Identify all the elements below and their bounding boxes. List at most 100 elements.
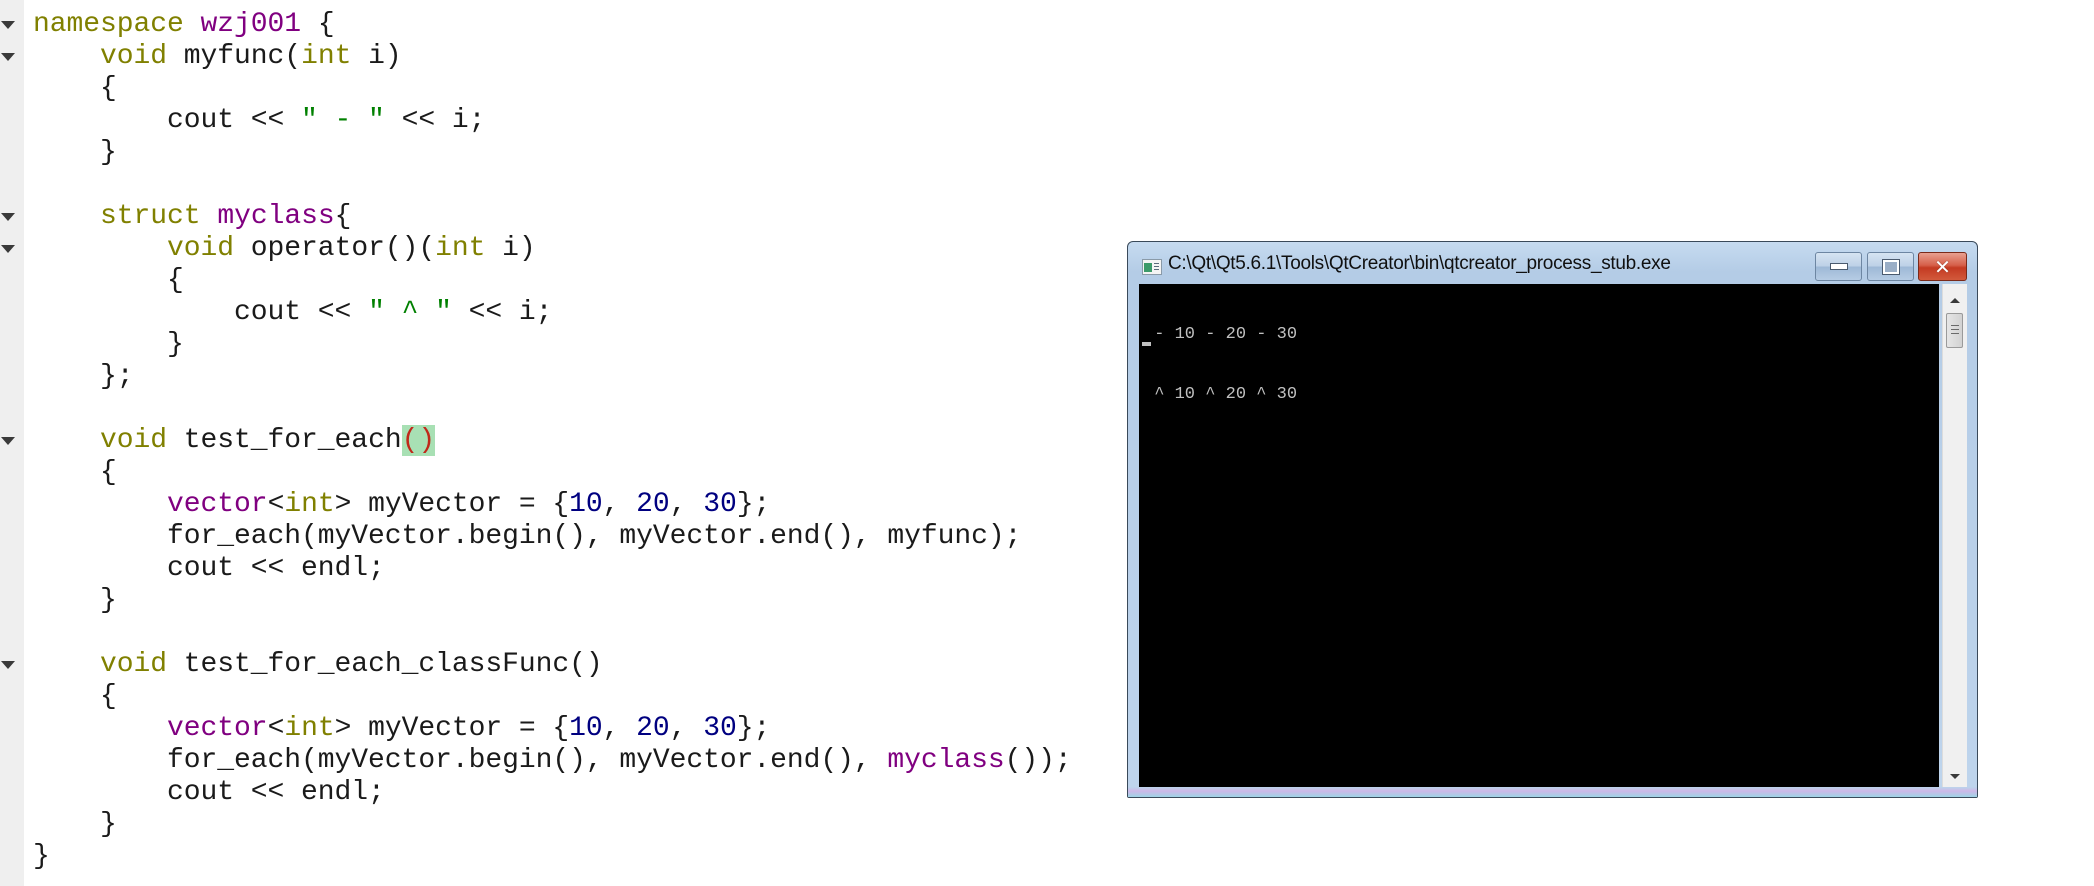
code-token: int	[284, 713, 335, 744]
console-output: - 10 - 20 - 30 ^ 10 ^ 20 ^ 30	[1144, 285, 1297, 445]
code-token: 30	[703, 713, 737, 744]
code-token: cout <<	[33, 297, 369, 328]
code-token: 20	[636, 713, 670, 744]
code-token: ,	[669, 713, 704, 744]
code-token: 30	[703, 489, 737, 520]
code-token: {	[334, 201, 352, 232]
maximize-icon	[1881, 258, 1900, 275]
scroll-down-arrow-icon[interactable]	[1950, 774, 1960, 779]
code-token: namespace	[33, 9, 184, 40]
code-token: cout << endl;	[33, 777, 385, 808]
code-token: vector	[167, 713, 268, 744]
code-line[interactable]: }	[33, 809, 2094, 841]
code-token: ,	[602, 489, 637, 520]
code-token: " ^ "	[368, 297, 452, 328]
code-token: int	[284, 489, 335, 520]
code-line[interactable]: void myfunc(int i)	[33, 41, 2094, 73]
code-line[interactable]: namespace wzj001 {	[33, 9, 2094, 41]
code-token: test_for_each_classFunc()	[167, 649, 603, 680]
window-title: C:\Qt\Qt5.6.1\Tools\QtCreator\bin\qtcrea…	[1168, 253, 1671, 274]
code-line[interactable]: {	[33, 73, 2094, 105]
fold-arrow-icon[interactable]	[1, 245, 15, 253]
code-token: }	[33, 841, 50, 872]
code-token: {	[33, 73, 117, 104]
fold-gutter	[0, 0, 24, 886]
code-token: 10	[569, 489, 603, 520]
code-token: ,	[602, 713, 637, 744]
code-token: cout << endl;	[33, 553, 385, 584]
code-token: }	[33, 585, 117, 616]
code-token: int	[435, 233, 486, 264]
code-token: wzj001	[200, 9, 302, 40]
code-token: int	[301, 41, 352, 72]
code-token: }	[33, 329, 184, 360]
code-token: ,	[669, 489, 704, 520]
code-line[interactable]: }	[33, 137, 2094, 169]
fold-arrow-icon[interactable]	[1, 213, 15, 221]
code-token: for_each(myVector.begin(), myVector.end(…	[33, 521, 1022, 552]
code-token: << i;	[451, 297, 553, 328]
code-token: << i;	[384, 105, 486, 136]
vertical-scrollbar[interactable]	[1942, 284, 1967, 787]
code-token: void	[167, 233, 235, 264]
close-button[interactable]: ✕	[1918, 252, 1967, 281]
fold-arrow-icon[interactable]	[1, 661, 15, 669]
code-token: myclass	[217, 201, 335, 232]
code-token: }	[33, 137, 117, 168]
code-token: }	[33, 809, 117, 840]
code-token: 10	[569, 713, 603, 744]
code-token: <	[267, 713, 285, 744]
console-window[interactable]: C:\Qt\Qt5.6.1\Tools\QtCreator\bin\qtcrea…	[1127, 241, 1978, 798]
code-token: " - "	[301, 105, 385, 136]
close-icon: ✕	[1934, 254, 1951, 279]
code-token: void	[100, 649, 168, 680]
code-token: vector	[167, 489, 268, 520]
console-output-area[interactable]: - 10 - 20 - 30 ^ 10 ^ 20 ^ 30	[1139, 284, 1939, 787]
code-token: {	[33, 265, 184, 296]
maximize-button[interactable]	[1867, 252, 1914, 281]
code-token: {	[301, 9, 335, 40]
code-token: struct	[100, 201, 201, 232]
code-token: 20	[636, 489, 670, 520]
console-app-icon[interactable]	[1142, 259, 1162, 275]
code-token: i)	[485, 233, 536, 264]
minimize-icon	[1829, 263, 1848, 270]
code-token: > myVector = {	[334, 489, 570, 520]
code-line[interactable]: struct myclass{	[33, 201, 2094, 233]
code-line[interactable]: cout << " - " << i;	[33, 105, 2094, 137]
code-token: };	[736, 713, 771, 744]
code-token: test_for_each	[167, 425, 402, 456]
code-token: };	[736, 489, 771, 520]
code-token: <	[267, 489, 285, 520]
code-token: {	[33, 457, 117, 488]
code-token: for_each(myVector.begin(), myVector.end(…	[33, 745, 888, 776]
fold-arrow-icon[interactable]	[1, 21, 15, 29]
code-line[interactable]	[33, 169, 2094, 201]
code-token: > myVector = {	[334, 713, 570, 744]
code-line[interactable]: }	[33, 841, 2094, 873]
matched-brackets: ()	[401, 425, 436, 456]
window-bottom-frame	[1128, 787, 1977, 797]
minimize-button[interactable]	[1815, 252, 1862, 281]
text-cursor	[1142, 342, 1151, 346]
code-token: operator()(	[234, 233, 436, 264]
code-token: void	[100, 41, 168, 72]
fold-arrow-icon[interactable]	[1, 53, 15, 61]
code-token: };	[33, 361, 134, 392]
fold-arrow-icon[interactable]	[1, 437, 15, 445]
code-token: myclass	[887, 745, 1005, 776]
scroll-up-arrow-icon[interactable]	[1950, 298, 1960, 303]
scrollbar-thumb[interactable]	[1946, 313, 1963, 348]
console-line: - 10 - 20 - 30	[1144, 325, 1298, 344]
code-token: myfunc(	[167, 41, 302, 72]
code-token: cout <<	[33, 105, 302, 136]
code-token: void	[100, 425, 168, 456]
